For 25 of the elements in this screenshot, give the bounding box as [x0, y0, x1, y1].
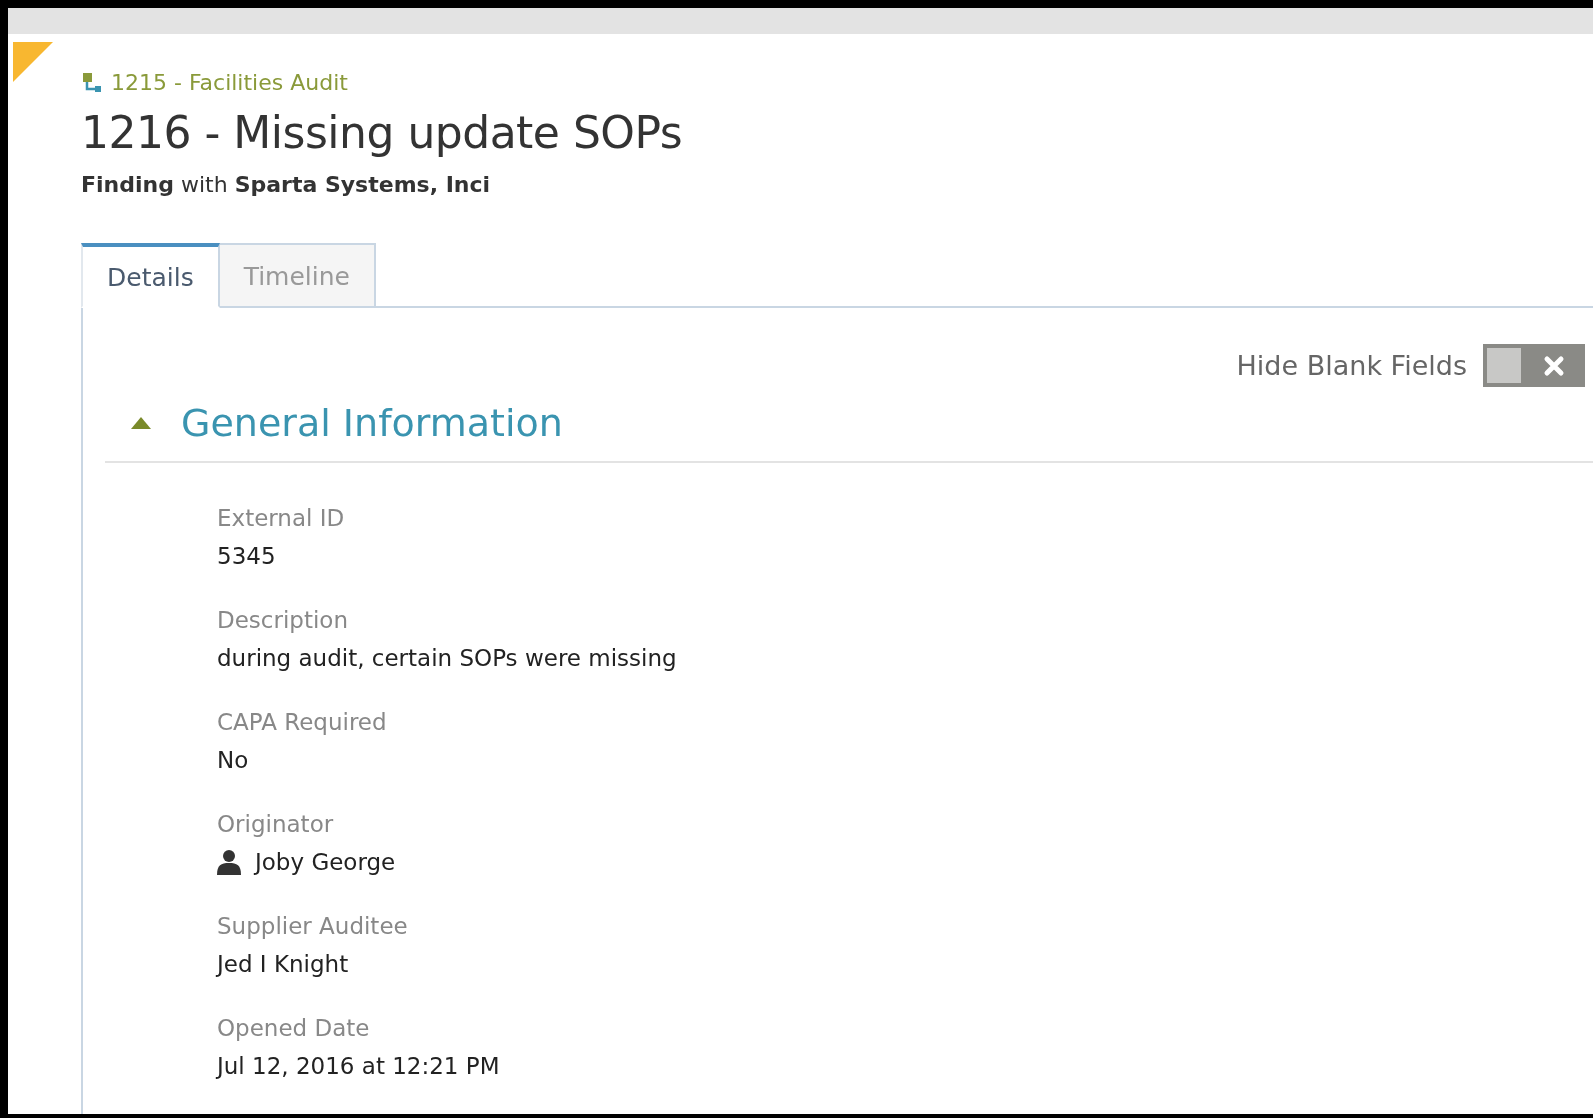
breadcrumb-link[interactable]: 1215 - Facilities Audit — [81, 70, 348, 95]
field-value: Jul 12, 2016 at 12:21 PM — [217, 1053, 500, 1079]
toggle-label: Hide Blank Fields — [1236, 350, 1467, 381]
field-value: 5345 — [217, 543, 276, 569]
field-label: Originator — [217, 811, 335, 837]
field-value: Joby George — [255, 849, 396, 875]
page-title: 1216 - Missing update SOPs — [81, 107, 684, 158]
toggle-switch[interactable] — [1483, 344, 1585, 387]
field-label: External ID — [217, 505, 346, 531]
field-label: Opened Date — [217, 1015, 371, 1041]
field-value: Jed I Knight — [217, 951, 349, 977]
field-label: Description — [217, 607, 349, 633]
field-label: Supplier Auditee — [217, 913, 409, 939]
tab[interactable]: Timeline — [219, 243, 376, 308]
caret-icon[interactable] — [131, 417, 151, 429]
tab[interactable]: Details — [81, 243, 220, 308]
record-subtitle: Finding with Sparta Systems, Inci — [81, 172, 492, 197]
field-label: CAPA Required — [217, 709, 388, 735]
person-icon — [217, 849, 241, 875]
corner-flag-icon — [13, 42, 53, 82]
field-value: during audit, certain SOPs were missing — [217, 645, 677, 671]
section-title[interactable]: General Information — [181, 401, 563, 445]
close-icon — [1543, 354, 1565, 377]
field-value: No — [217, 747, 249, 773]
hierarchy-icon — [81, 71, 103, 94]
